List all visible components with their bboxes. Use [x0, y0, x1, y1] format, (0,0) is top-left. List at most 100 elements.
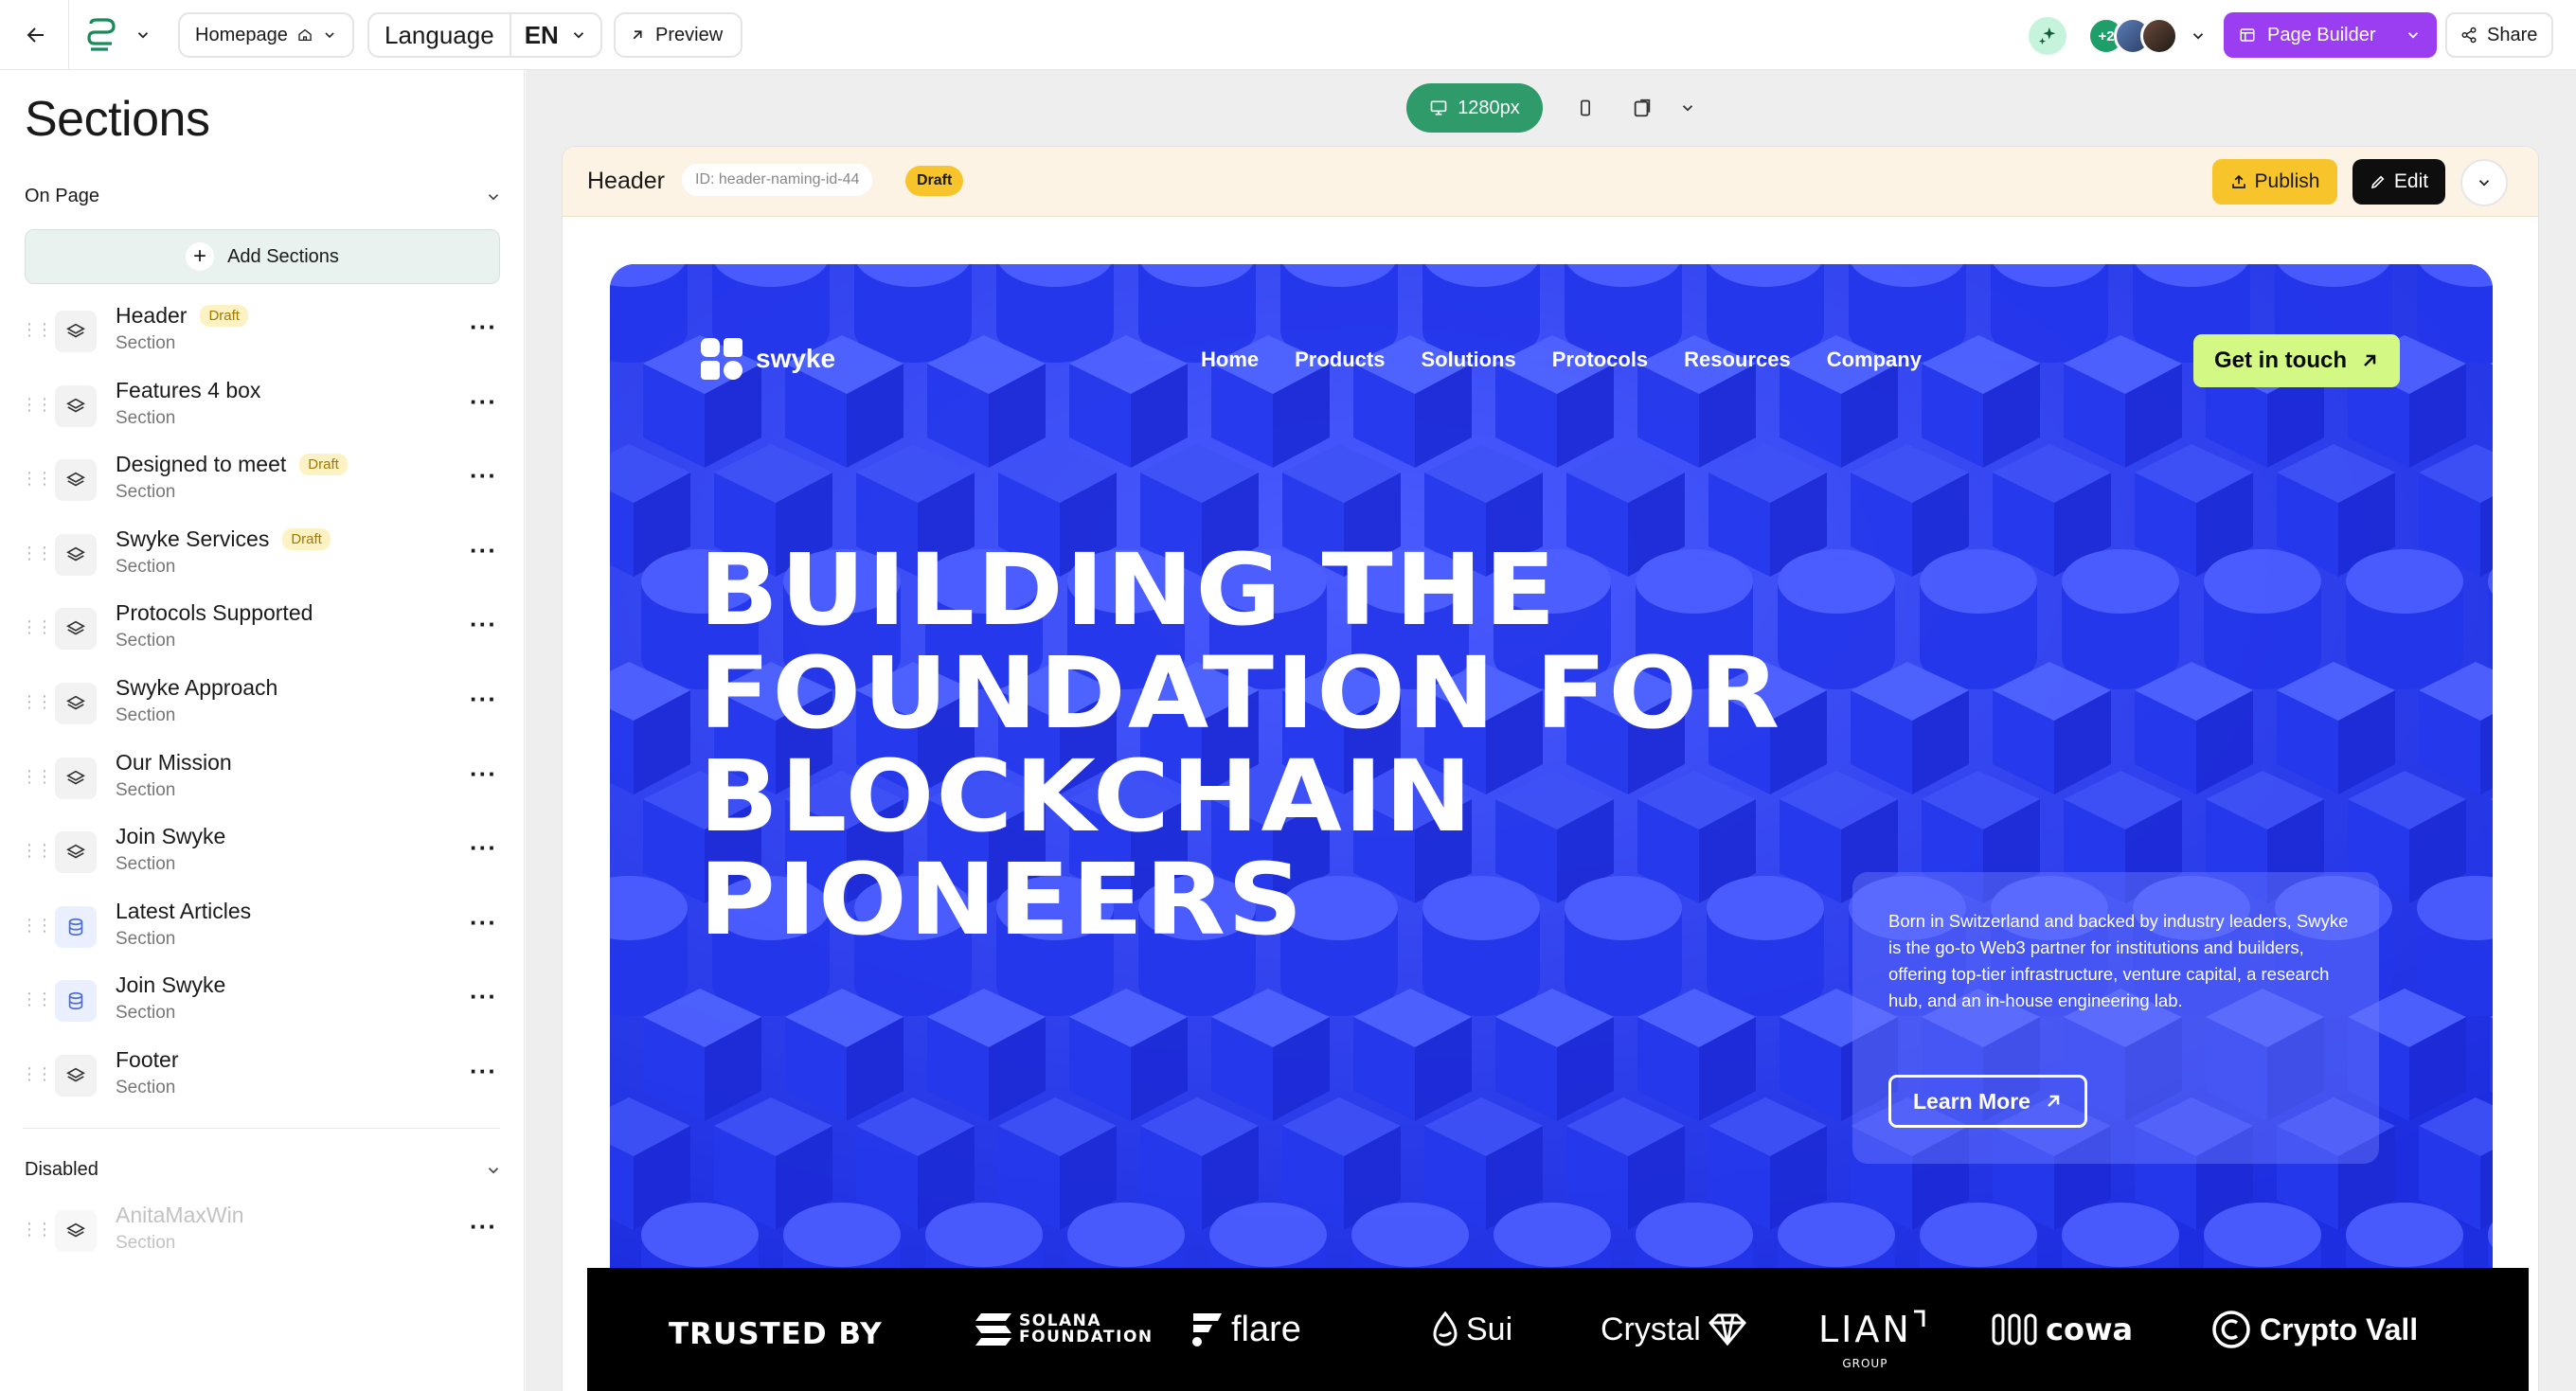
- language-dropdown[interactable]: EN: [511, 21, 600, 50]
- section-item[interactable]: ⋮⋮ Protocols Supported Section ···: [0, 593, 525, 668]
- drag-handle-icon[interactable]: ⋮⋮: [21, 395, 53, 415]
- more-options-button[interactable]: ···: [470, 833, 497, 863]
- nav-link[interactable]: Home: [1201, 348, 1259, 372]
- share-button[interactable]: Share: [2445, 12, 2553, 58]
- section-item[interactable]: ⋮⋮ AnitaMaxWin Section ···: [0, 1195, 525, 1270]
- section-name-row: Header Draft: [116, 303, 248, 329]
- section-type-icon: [55, 608, 97, 651]
- drag-handle-icon[interactable]: ⋮⋮: [21, 617, 53, 637]
- more-options-button[interactable]: ···: [470, 982, 497, 1011]
- language-code: EN: [524, 20, 559, 49]
- share-icon: [2461, 27, 2477, 44]
- more-options-button[interactable]: ···: [470, 685, 497, 714]
- section-item[interactable]: ⋮⋮ Join Swyke Section ···: [0, 816, 525, 891]
- drag-handle-icon[interactable]: ⋮⋮: [21, 841, 53, 861]
- section-id-chip[interactable]: ID: header-naming-id-44: [682, 164, 873, 196]
- section-type-icon: [55, 384, 97, 427]
- layers-icon: [66, 770, 85, 785]
- chevron-down-icon: [1682, 105, 1693, 112]
- trusted-by-strip[interactable]: TRUSTED BY SOLANA FOUNDATION flare Sui C…: [587, 1268, 2529, 1391]
- section-name: Swyke Approach: [116, 674, 278, 700]
- section-type-icon: [55, 757, 97, 799]
- top-bar: Homepage Language EN Preview +2 Page Bui…: [0, 0, 2576, 70]
- edit-button[interactable]: Edit: [2352, 159, 2445, 205]
- trusted-by-label: TRUSTED BY: [669, 1317, 883, 1351]
- drag-handle-icon[interactable]: ⋮⋮: [21, 544, 53, 563]
- drag-handle-icon[interactable]: ⋮⋮: [21, 320, 53, 340]
- drag-handle-icon[interactable]: ⋮⋮: [21, 990, 53, 1009]
- more-options-button[interactable]: ···: [470, 1212, 497, 1241]
- publish-label: Publish: [2254, 170, 2320, 192]
- flare-icon: [1192, 1313, 1222, 1346]
- drag-handle-icon[interactable]: ⋮⋮: [21, 916, 53, 936]
- section-name-row: Our Mission: [116, 750, 232, 776]
- preview-button[interactable]: Preview: [614, 12, 742, 58]
- section-type-icon: [55, 980, 97, 1023]
- learn-more-button[interactable]: Learn More: [1888, 1075, 2087, 1128]
- cowa-logo: cowa: [1991, 1306, 2133, 1353]
- section-type-icon: [55, 1054, 97, 1097]
- homepage-dropdown[interactable]: Homepage: [178, 12, 354, 58]
- crypto-valley-logo: Crypto Vall: [2210, 1306, 2418, 1353]
- more-options-button[interactable]: ···: [470, 1057, 497, 1086]
- status-badge: Draft: [905, 166, 964, 196]
- layers-icon: [66, 472, 85, 487]
- more-options-button[interactable]: ···: [470, 759, 497, 789]
- more-options-button[interactable]: ···: [470, 610, 497, 639]
- section-type: Section: [116, 556, 176, 577]
- mobile-viewport-button[interactable]: [1571, 94, 1600, 122]
- disabled-group-toggle[interactable]: Disabled: [25, 1159, 502, 1181]
- section-item[interactable]: ⋮⋮ Latest Articles Section ···: [0, 891, 525, 966]
- more-options-button[interactable]: ···: [470, 387, 497, 417]
- nav-link[interactable]: Resources: [1684, 348, 1791, 372]
- language-selector[interactable]: Language EN: [367, 12, 602, 58]
- plus-icon: +: [186, 242, 215, 271]
- section-item[interactable]: ⋮⋮ Header Draft Section ···: [0, 295, 525, 370]
- nav-link[interactable]: Protocols: [1552, 348, 1648, 372]
- drag-handle-icon[interactable]: ⋮⋮: [21, 1220, 53, 1239]
- section-item[interactable]: ⋮⋮ Designed to meet Draft Section ···: [0, 444, 525, 519]
- drag-handle-icon[interactable]: ⋮⋮: [21, 1064, 53, 1084]
- collaborators[interactable]: +2: [2087, 17, 2207, 55]
- sections-sidebar: Sections On Page + Add Sections ⋮⋮ Header…: [0, 70, 525, 1391]
- app-logo-menu[interactable]: [85, 16, 152, 54]
- nav-link[interactable]: Company: [1827, 348, 1922, 372]
- section-item[interactable]: ⋮⋮ Swyke Services Draft Section ···: [0, 519, 525, 594]
- desktop-viewport-button[interactable]: 1280px: [1406, 83, 1543, 133]
- lian-wordmark: LIAN GROUP: [1818, 1311, 1912, 1370]
- section-item[interactable]: ⋮⋮ Join Swyke Section ···: [0, 965, 525, 1040]
- swyke-logo-icon: [701, 338, 742, 380]
- viewport-menu-button[interactable]: [1673, 94, 1702, 122]
- more-options-button[interactable]: ···: [470, 536, 497, 565]
- get-in-touch-button[interactable]: Get in touch: [2193, 334, 2400, 387]
- drag-handle-icon[interactable]: ⋮⋮: [21, 469, 53, 489]
- section-item[interactable]: ⋮⋮ Our Mission Section ···: [0, 742, 525, 817]
- database-icon: [68, 918, 83, 936]
- site-logo[interactable]: swyke: [699, 336, 835, 382]
- section-item[interactable]: ⋮⋮ Swyke Approach Section ···: [0, 668, 525, 742]
- headline-line: BUILDING THE: [699, 532, 1558, 648]
- on-page-group-toggle[interactable]: On Page: [25, 186, 502, 207]
- learn-more-label: Learn More: [1913, 1088, 2030, 1114]
- drag-handle-icon[interactable]: ⋮⋮: [21, 692, 53, 712]
- more-options-button[interactable]: ···: [470, 908, 497, 937]
- section-type: Section: [116, 1003, 176, 1024]
- add-sections-button[interactable]: + Add Sections: [25, 229, 500, 284]
- page-builder-button[interactable]: Page Builder: [2224, 12, 2437, 58]
- more-options-button[interactable]: ···: [470, 461, 497, 490]
- back-button[interactable]: [19, 18, 53, 52]
- section-menu-button[interactable]: [2460, 159, 2508, 206]
- drag-handle-icon[interactable]: ⋮⋮: [21, 767, 53, 787]
- more-options-button[interactable]: ···: [470, 312, 497, 342]
- diamond-icon: [1708, 1313, 1746, 1346]
- section-name-row: Swyke Services Draft: [116, 526, 331, 552]
- nav-link[interactable]: Products: [1295, 348, 1385, 372]
- section-item[interactable]: ⋮⋮ Footer Section ···: [0, 1040, 525, 1115]
- section-item[interactable]: ⋮⋮ Features 4 box Section ···: [0, 370, 525, 445]
- publish-button[interactable]: Publish: [2212, 159, 2337, 205]
- nav-link[interactable]: Solutions: [1421, 348, 1515, 372]
- section-type-icon: [55, 682, 97, 724]
- hero-section[interactable]: swyke Home Products Solutions Protocols Reso…: [610, 264, 2493, 1268]
- ai-assistant-button[interactable]: [2029, 17, 2066, 55]
- tablet-viewport-button[interactable]: [1628, 94, 1656, 122]
